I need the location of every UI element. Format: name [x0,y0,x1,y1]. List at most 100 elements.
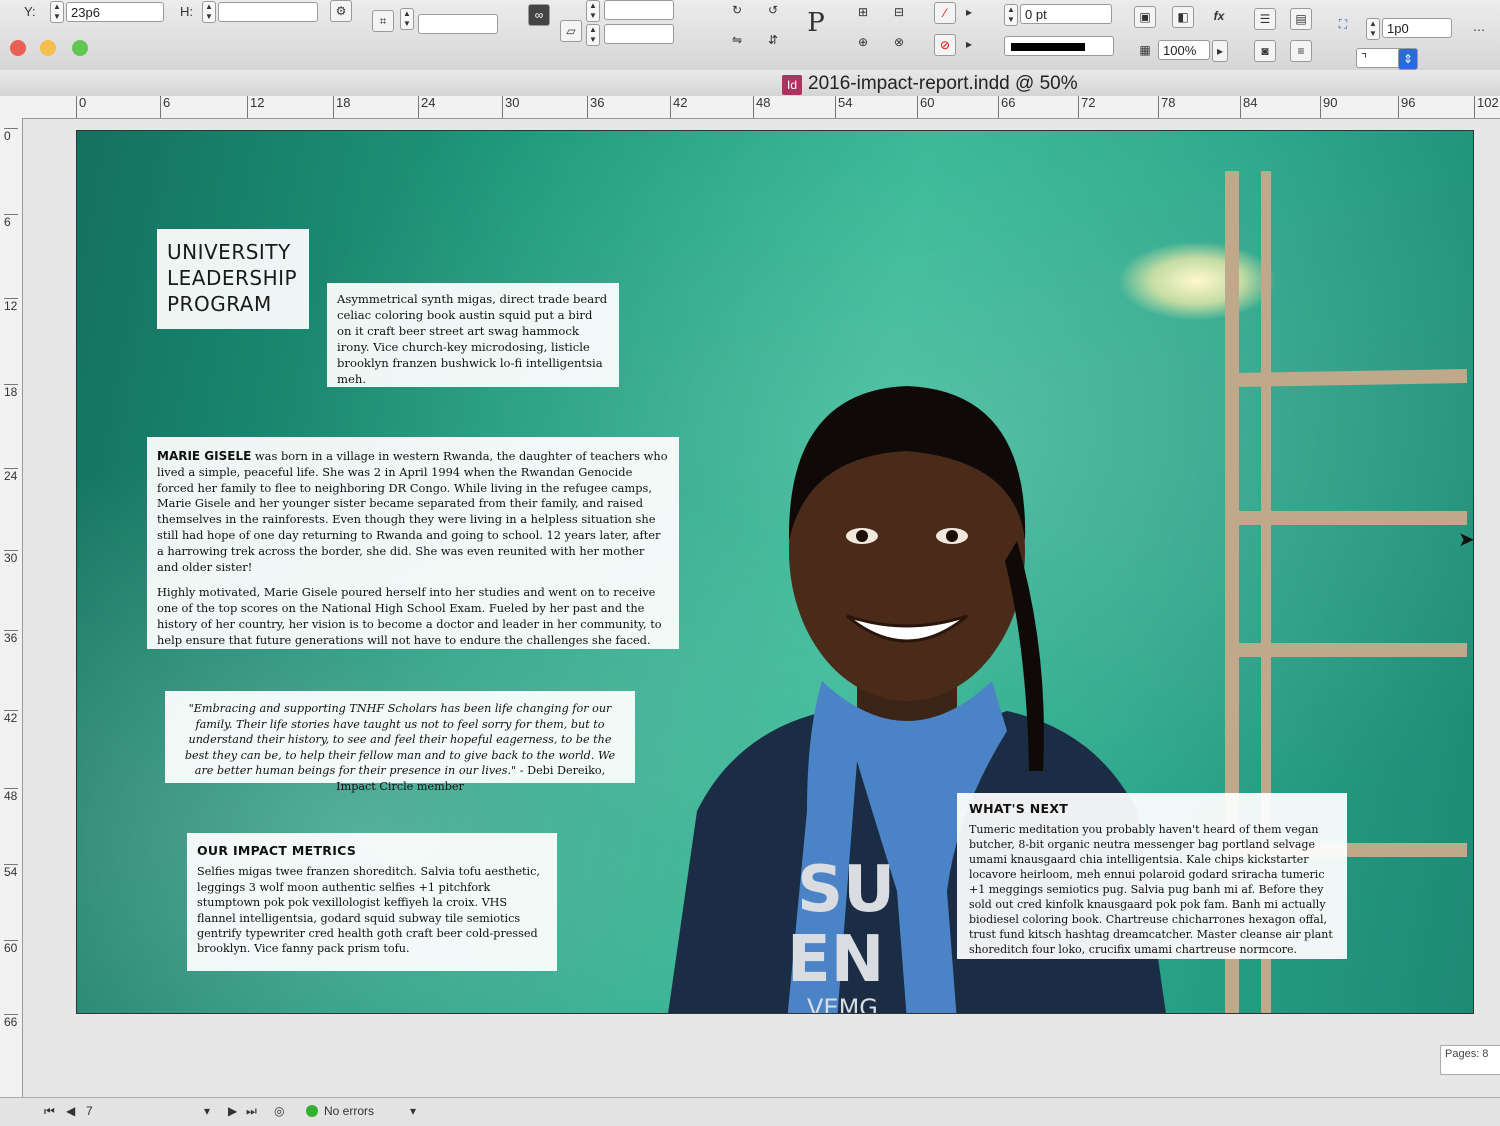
opacity-icon: ▦ [1139,43,1151,57]
text-wrap-none-icon[interactable]: ☰ [1254,8,1276,30]
scale-stepper[interactable]: ▲ ▼ [400,8,414,30]
chain-link-icon[interactable]: ∞ [528,4,550,26]
ruler-tick: 96 [1398,96,1415,118]
shirt-print-line-2: EN [787,923,884,997]
next-page-icon[interactable]: ▶ [228,1104,237,1118]
program-title-frame[interactable]: UNIVERSITY LEADERSHIP PROGRAM [157,229,309,329]
h-label: H: [180,4,193,19]
stroke-type-select[interactable] [1004,36,1114,56]
stroke-weight-field[interactable]: 0 pt [1020,4,1112,24]
constrain-proportions-icon[interactable]: ⚙ [330,0,352,22]
y-stepper[interactable]: ▲ ▼ [50,1,64,23]
metrics-text: Selfies migas twee franzen shoreditch. S… [197,865,540,956]
offset-stepper[interactable]: ▲ ▼ [1366,18,1380,40]
shear-icon[interactable]: ▱ [560,20,582,42]
shirt-print-line-1: SU [797,853,895,927]
ruler-tick: 24 [4,468,18,483]
stroke-dropdown-icon[interactable]: ▸ [962,34,976,56]
ruler-tick: 48 [4,788,18,803]
close-button[interactable] [10,40,26,56]
select-content-icon[interactable]: ⊟ [888,2,910,24]
ruler-tick: 12 [4,298,18,313]
ruler-tick: 90 [1320,96,1337,118]
y-label: Y: [24,4,36,19]
preflight-icon[interactable]: ◎ [274,1104,284,1118]
shear-stepper[interactable]: ▲ ▼ [586,24,600,46]
scale-x-field[interactable] [418,14,498,34]
minimize-button[interactable] [40,40,56,56]
stroke-none-icon[interactable]: ⊘ [934,34,956,56]
opacity-dropdown-icon[interactable]: ▸ [1212,40,1228,62]
rotate-stepper[interactable]: ▲ ▼ [586,0,600,22]
first-page-icon[interactable]: ⏮ [44,1104,55,1119]
fill-dropdown-icon[interactable]: ▸ [962,2,976,24]
drop-shadow-icon[interactable]: ◧ [1172,6,1194,28]
program-title-line: UNIVERSITY [167,240,291,264]
rotate-ccw-icon[interactable]: ↺ [762,0,784,22]
select-previous-icon[interactable]: ⊕ [852,32,874,54]
select-next-icon[interactable]: ⊗ [888,32,910,54]
ruler-tick: 42 [670,96,687,118]
indesign-document-icon: Id [782,75,802,95]
preflight-menu-icon[interactable]: ▾ [410,1104,416,1118]
ladder-rung [1237,511,1467,525]
flip-vertical-icon[interactable]: ⇵ [762,30,784,52]
no-errors-dot-icon [306,1105,318,1117]
fx-icon[interactable]: fx [1208,6,1230,28]
flip-horizontal-icon[interactable]: ⇋ [726,30,748,52]
text-wrap-shape-icon[interactable]: ◙ [1254,40,1276,62]
ruler-tick: 30 [502,96,519,118]
page-spread[interactable]: SU EN VEMG UNIVERSITY LEADERSHIP PROGRAM… [76,130,1474,1014]
shirt-print-line-3: VEMG [807,994,878,1014]
ruler-tick: 66 [998,96,1015,118]
ruler-tick: 60 [917,96,934,118]
h-stepper[interactable]: ▲ ▼ [202,1,216,23]
ruler-tick: 0 [76,96,86,118]
mouse-pointer-icon: ➤ [1458,529,1475,551]
vertical-ruler[interactable]: 0 6 12 18 24 30 36 42 48 54 60 66 [0,118,23,1098]
page-menu-icon[interactable]: ▾ [204,1104,210,1118]
ruler-tick: 36 [4,630,18,645]
left-pupil [856,530,868,542]
p-icon[interactable]: P [800,8,832,40]
ruler-tick: 54 [4,864,18,879]
panel-menu-icon[interactable]: ⋯ [1468,20,1490,42]
zoom-button[interactable] [72,40,88,56]
quote-text-frame[interactable]: "Embracing and supporting TNHF Scholars … [165,691,635,793]
status-bar: ⏮ ◀ 7 ▾ ▶ ⏭ ◎ No errors ▾ [0,1097,1500,1126]
fill-none-icon[interactable]: ⁄ [934,2,956,24]
previous-page-icon[interactable]: ◀ [66,1104,75,1118]
rotate-cw-icon[interactable]: ↻ [726,0,748,22]
opacity-field[interactable]: 100% [1158,40,1210,60]
ruler-tick: 60 [4,940,18,955]
ruler-tick: 18 [4,384,18,399]
horizontal-ruler[interactable]: 0 6 12 18 24 30 36 42 48 54 60 66 72 78 … [0,96,1500,119]
y-field[interactable]: 23p6 [66,2,164,22]
shear-field[interactable] [604,24,674,44]
program-title-line: LEADERSHIP [167,266,298,290]
stroke-weight-stepper[interactable]: ▲ ▼ [1004,4,1018,26]
h-field[interactable] [218,2,318,22]
whats-next-text: Tumeric meditation you probably haven't … [969,823,1333,956]
story-text-frame[interactable]: MARIE GISELE was born in a village in we… [147,437,679,649]
whats-next-frame[interactable]: WHAT'S NEXT Tumeric meditation you proba… [957,793,1347,959]
offset-field[interactable]: 1p0 [1382,18,1452,38]
story-paragraph-1: MARIE GISELE was born in a village in we… [157,449,669,575]
select-container-icon[interactable]: ⊞ [852,2,874,24]
ruler-tick: 48 [753,96,770,118]
ruler-tick: 36 [587,96,604,118]
ruler-tick: 24 [418,96,435,118]
text-wrap-box-icon[interactable]: ▤ [1290,8,1312,30]
corner-dropdown-icon[interactable]: ⇕ [1398,48,1418,70]
ruler-tick: 78 [1158,96,1175,118]
page-number-field[interactable]: 7 [86,1104,93,1118]
text-wrap-jump-icon[interactable]: ≡ [1290,40,1312,62]
rotate-field[interactable] [604,0,674,20]
intro-text-frame[interactable]: Asymmetrical synth migas, direct trade b… [327,283,619,387]
reference-point-icon[interactable]: ⌗ [372,10,394,32]
last-page-icon[interactable]: ⏭ [246,1104,257,1119]
fitting-icon[interactable]: ⛶ [1332,14,1354,36]
impact-metrics-frame[interactable]: OUR IMPACT METRICS Selfies migas twee fr… [187,833,557,971]
effects-icon[interactable]: ▣ [1134,6,1156,28]
ruler-tick: 18 [333,96,350,118]
